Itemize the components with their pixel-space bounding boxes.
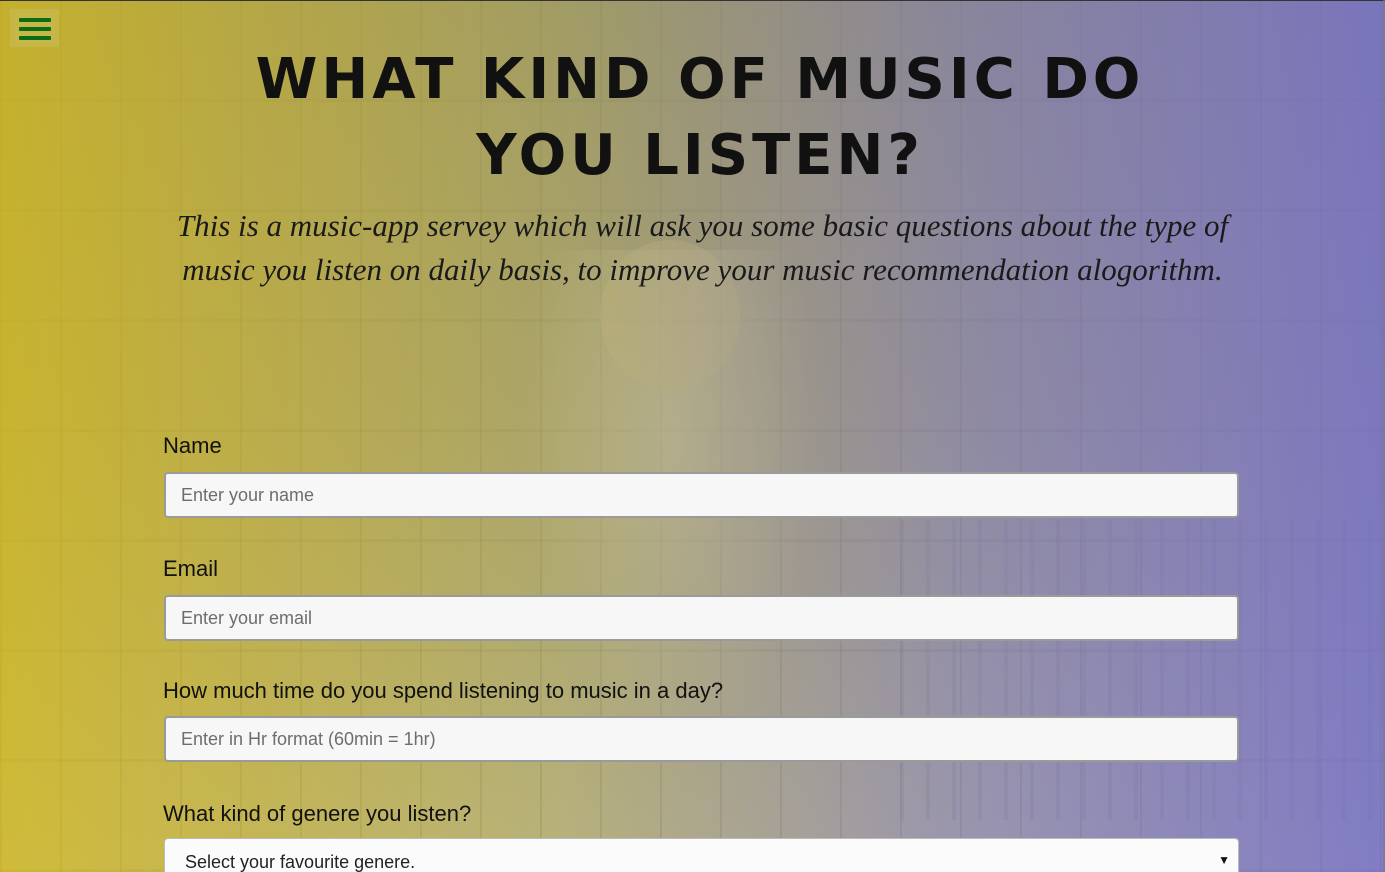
hamburger-menu-button[interactable] xyxy=(10,9,59,47)
email-label: Email xyxy=(163,556,219,581)
page-description: This is a music-app servey which will as… xyxy=(176,208,1229,287)
top-border xyxy=(0,0,1385,1)
hamburger-menu-icon-bar xyxy=(19,27,51,31)
time-input[interactable] xyxy=(164,716,1239,762)
email-input[interactable] xyxy=(164,595,1239,641)
name-input[interactable] xyxy=(164,472,1239,518)
name-label: Name xyxy=(163,433,222,458)
genre-select[interactable]: Select your favourite genere. ▼ xyxy=(164,838,1239,872)
genre-select-value: Select your favourite genere. xyxy=(185,852,416,872)
page-title: What kind of music do you listen? xyxy=(255,47,1145,188)
time-label: How much time do you spend listening to … xyxy=(163,678,724,703)
triangle-down-icon: ▼ xyxy=(1218,853,1230,867)
hamburger-menu-icon xyxy=(19,18,51,22)
genre-label: What kind of genere you listen? xyxy=(163,801,472,826)
hamburger-menu-icon-bar xyxy=(19,36,51,40)
